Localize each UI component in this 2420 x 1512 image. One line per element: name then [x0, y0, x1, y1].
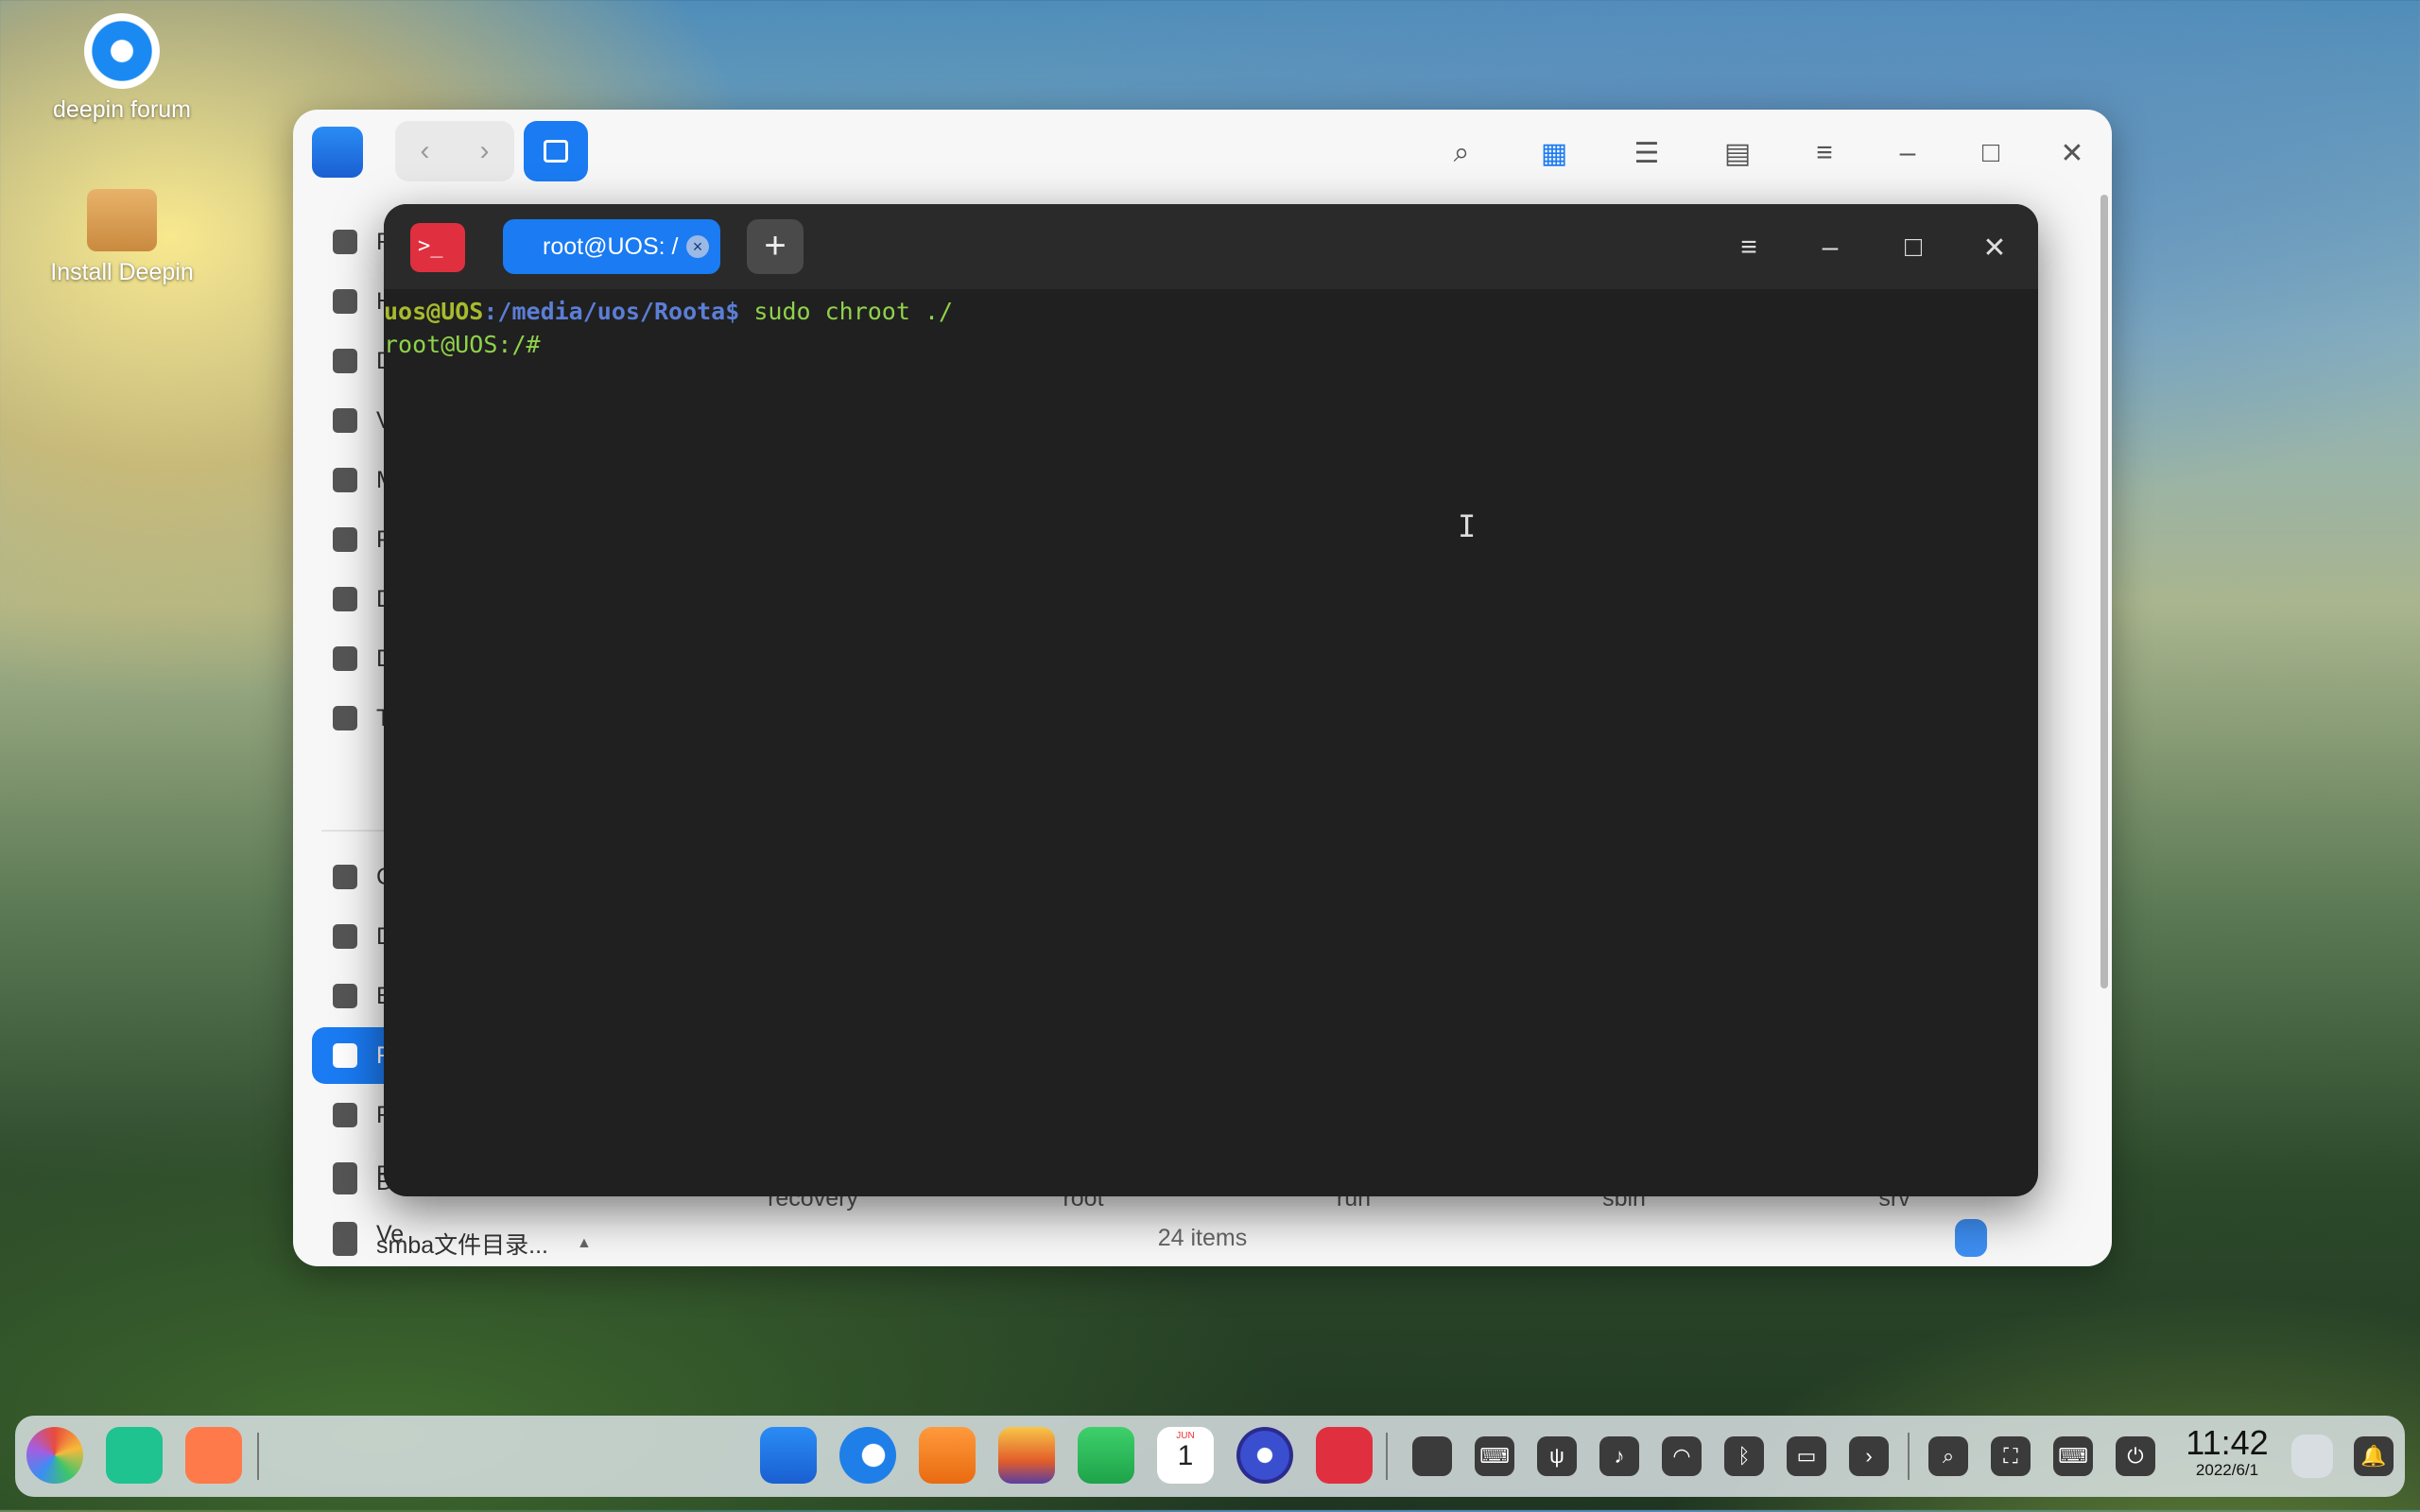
- minimize-icon[interactable]: –: [1813, 231, 1847, 265]
- launcher-icon[interactable]: [26, 1427, 83, 1484]
- menu-icon[interactable]: ≡: [1807, 136, 1841, 170]
- terminal-icon[interactable]: [1316, 1427, 1373, 1484]
- browser-icon[interactable]: [839, 1427, 896, 1484]
- file-manager-toolbar: ‹ › ⌕ ▦ ☰ ▤ ≡ – □ ✕: [293, 110, 2112, 195]
- sidebar-item-label: smba文件目录...: [376, 1232, 548, 1259]
- expand-tray-icon[interactable]: ›: [1849, 1436, 1889, 1476]
- tray-app-icon[interactable]: [1412, 1436, 1452, 1476]
- volume-icon[interactable]: ♪: [1599, 1436, 1639, 1476]
- settings-icon[interactable]: [1236, 1427, 1293, 1484]
- search-icon[interactable]: ⌕: [1444, 136, 1478, 170]
- tree-view-icon[interactable]: ▤: [1720, 136, 1754, 170]
- film-icon: [333, 408, 357, 433]
- icon-size-slider[interactable]: [1955, 1219, 1987, 1257]
- minimize-icon[interactable]: –: [1891, 136, 1925, 170]
- menu-icon[interactable]: ≡: [1732, 231, 1766, 265]
- package-icon: [87, 189, 157, 251]
- terminal-window: >_ root@UOS: / × + ≡ – □ ✕ uos@UOS:/medi…: [384, 204, 2038, 1196]
- terminal-tab-label: root@UOS: /: [543, 232, 679, 260]
- trash-icon: [333, 706, 357, 730]
- clock-time: 11:42: [2186, 1423, 2269, 1462]
- dock-divider: [1908, 1433, 1910, 1480]
- document-icon: [333, 587, 357, 611]
- file-manager-app-icon: [312, 127, 363, 178]
- usb-icon[interactable]: ψ: [1537, 1436, 1577, 1476]
- calendar-day: 1: [1177, 1440, 1194, 1471]
- desktop-icon-install-deepin[interactable]: Install Deepin: [23, 189, 221, 286]
- drive-icon: [333, 984, 357, 1008]
- home-icon: [333, 289, 357, 314]
- close-icon[interactable]: ✕: [1978, 231, 2012, 265]
- desktop-icon-deepin-forum[interactable]: deepin forum: [23, 13, 221, 124]
- multitask-view-icon[interactable]: [106, 1427, 163, 1484]
- desktop-icon-label: Install Deepin: [50, 259, 194, 285]
- terminal-line: uos@UOS:/media/uos/Roota$ sudo chroot ./: [384, 298, 954, 325]
- drive-icon: [544, 140, 568, 163]
- desktop-icon-label: deepin forum: [53, 96, 191, 123]
- maximize-icon[interactable]: □: [1974, 136, 2008, 170]
- network-folder-icon: [333, 1231, 357, 1256]
- computer-icon: [333, 865, 357, 889]
- image-viewer-icon[interactable]: [998, 1427, 1055, 1484]
- text-cursor-icon: I: [1458, 508, 1477, 544]
- clock-date: 2022/6/1: [2195, 1461, 2259, 1479]
- screenshot-icon[interactable]: ⛶: [1991, 1436, 2031, 1476]
- clock-icon: [333, 230, 357, 254]
- desktop-icon: [333, 349, 357, 373]
- back-button[interactable]: ‹: [395, 121, 455, 181]
- drive-icon: [333, 1043, 357, 1068]
- wifi-icon[interactable]: ◠: [1662, 1436, 1702, 1476]
- search-icon[interactable]: ⌕: [1928, 1436, 1968, 1476]
- dock-divider: [1386, 1433, 1388, 1480]
- music-icon: [333, 468, 357, 492]
- drive-icon: [333, 1103, 357, 1127]
- workspace-icon[interactable]: [185, 1427, 242, 1484]
- download-icon: [333, 646, 357, 671]
- app-store-icon[interactable]: [919, 1427, 976, 1484]
- terminal-line: root@UOS:/#: [384, 331, 555, 358]
- forward-button[interactable]: ›: [455, 121, 514, 181]
- terminal-tab[interactable]: root@UOS: / ×: [503, 219, 720, 274]
- notification-icon[interactable]: 🔔: [2354, 1436, 2394, 1476]
- terminal-titlebar: >_ root@UOS: / × + ≡ – □ ✕: [384, 204, 2038, 289]
- bluetooth-icon[interactable]: ᛒ: [1724, 1436, 1764, 1476]
- eject-icon[interactable]: ▲: [577, 1235, 592, 1252]
- new-tab-button[interactable]: +: [747, 219, 804, 274]
- trash-icon[interactable]: [2291, 1435, 2333, 1478]
- scrollbar[interactable]: [2100, 195, 2108, 988]
- clock[interactable]: 11:42 2022/6/1: [2170, 1423, 2284, 1480]
- maximize-icon[interactable]: □: [1896, 231, 1930, 265]
- power-icon[interactable]: ⏻: [2116, 1436, 2155, 1476]
- onscreen-keyboard-icon[interactable]: ⌨: [2053, 1436, 2093, 1476]
- usb-icon: [333, 1170, 357, 1194]
- battery-icon[interactable]: ▭: [1787, 1436, 1826, 1476]
- close-tab-icon[interactable]: ×: [686, 235, 709, 258]
- drive-icon: [333, 924, 357, 949]
- terminal-output[interactable]: uos@UOS:/media/uos/Roota$ sudo chroot ./…: [384, 295, 2038, 361]
- file-manager-icon[interactable]: [760, 1427, 817, 1484]
- dock-divider: [257, 1433, 259, 1480]
- music-icon[interactable]: [1078, 1427, 1134, 1484]
- calendar-icon[interactable]: JUN 1: [1157, 1427, 1214, 1484]
- icon-view-icon[interactable]: ▦: [1537, 136, 1571, 170]
- close-icon[interactable]: ✕: [2055, 136, 2089, 170]
- nav-buttons: ‹ ›: [395, 121, 514, 181]
- dock: JUN 1 ⌨ ψ ♪ ◠ ᛒ ▭ › ⌕ ⛶ ⌨ ⏻ 11:42 2022/6…: [15, 1416, 2405, 1497]
- keyboard-icon[interactable]: ⌨: [1475, 1436, 1514, 1476]
- current-location-button[interactable]: [524, 121, 588, 181]
- list-view-icon[interactable]: ☰: [1630, 136, 1664, 170]
- sidebar-item-smba[interactable]: smba文件目录... ▲: [312, 1215, 596, 1272]
- terminal-app-icon: >_: [410, 223, 465, 272]
- picture-icon: [333, 527, 357, 552]
- deepin-logo-icon: [84, 13, 160, 89]
